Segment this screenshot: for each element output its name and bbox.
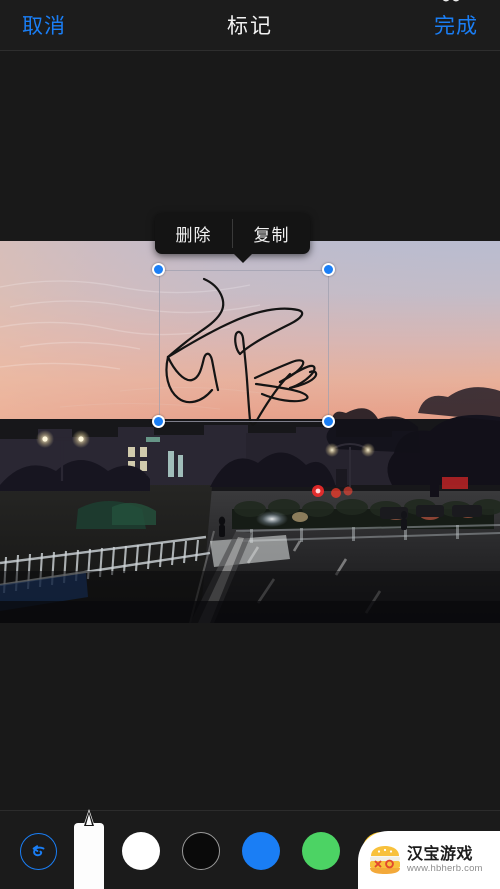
watermark-eyes-icon	[442, 0, 460, 2]
pen-body	[74, 823, 104, 889]
resize-handle-top-left[interactable]	[152, 263, 165, 276]
color-swatch-white[interactable]	[122, 832, 160, 870]
watermark-text: 汉宝游戏 www.hbherb.com	[407, 846, 483, 874]
context-menu: 删除 复制	[155, 213, 310, 254]
color-swatch-blue[interactable]	[242, 832, 280, 870]
watermark: 汉宝游戏 www.hbherb.com	[358, 831, 500, 889]
selection-bounding-box[interactable]	[159, 270, 329, 422]
page-title: 标记	[227, 15, 273, 38]
pen-tool[interactable]	[74, 805, 104, 889]
context-menu-item-delete[interactable]: 删除	[155, 213, 232, 254]
cancel-button[interactable]: 取消	[22, 10, 66, 40]
done-button[interactable]: 完成	[434, 10, 478, 40]
burger-logo-icon	[368, 845, 402, 875]
undo-button[interactable]	[20, 833, 57, 870]
markup-screen: 取消 标记 完成 删除 复制 汉宝游戏 www.hbherb.com	[0, 0, 500, 889]
resize-handle-bottom-left[interactable]	[152, 415, 165, 428]
resize-handle-top-right[interactable]	[322, 263, 335, 276]
watermark-url: www.hbherb.com	[407, 862, 483, 874]
top-navigation-bar: 取消 标记 完成	[0, 0, 500, 51]
context-menu-item-copy[interactable]: 复制	[233, 213, 310, 254]
context-menu-pointer	[232, 252, 254, 263]
watermark-brand: 汉宝游戏	[407, 846, 474, 864]
color-swatch-green[interactable]	[302, 832, 340, 870]
undo-arrow-icon	[32, 844, 44, 856]
color-swatch-black[interactable]	[182, 832, 220, 870]
resize-handle-bottom-right[interactable]	[322, 415, 335, 428]
